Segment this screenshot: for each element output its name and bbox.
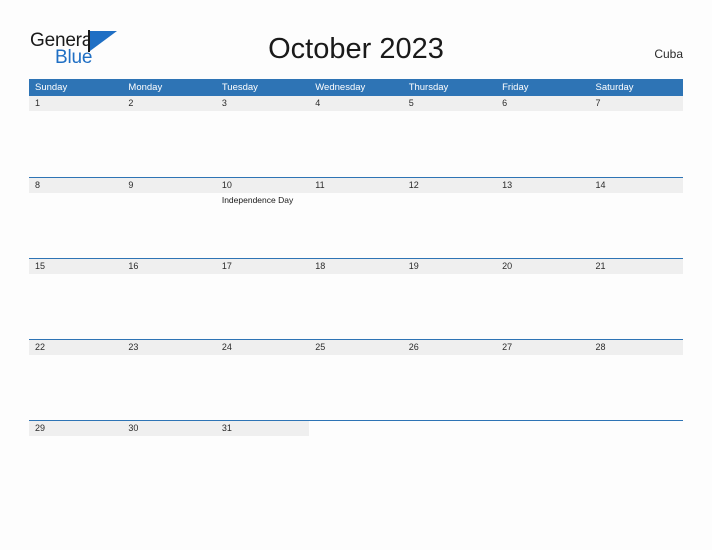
- region-label: Cuba: [654, 47, 683, 61]
- day-number[interactable]: 31: [216, 421, 309, 436]
- day-cell[interactable]: [496, 274, 589, 338]
- week-date-strip: 1 2 3 4 5 6 7: [29, 96, 683, 111]
- day-cell-empty: [496, 436, 589, 500]
- day-cell[interactable]: [309, 355, 402, 419]
- week-event-strip: [29, 274, 683, 338]
- day-cell[interactable]: [29, 193, 122, 257]
- calendar-week-row: 1 2 3 4 5 6 7: [29, 96, 683, 177]
- day-cell[interactable]: [216, 436, 309, 500]
- weekday-header-saturday: Saturday: [595, 82, 634, 93]
- day-number[interactable]: 18: [309, 259, 402, 274]
- week-date-strip: 29 30 31: [29, 421, 683, 436]
- day-number[interactable]: 19: [403, 259, 496, 274]
- day-number-empty: [496, 421, 590, 436]
- day-cell[interactable]: [590, 355, 683, 419]
- week-date-strip: 22 23 24 25 26 27 28: [29, 340, 683, 355]
- day-number[interactable]: 3: [216, 96, 309, 111]
- day-cell[interactable]: [590, 193, 683, 257]
- day-cell[interactable]: [403, 274, 496, 338]
- day-cell[interactable]: [216, 274, 309, 338]
- day-number[interactable]: 4: [309, 96, 402, 111]
- day-cell[interactable]: [590, 274, 683, 338]
- day-number[interactable]: 12: [403, 178, 496, 193]
- day-number[interactable]: 11: [309, 178, 402, 193]
- day-number[interactable]: 1: [29, 96, 122, 111]
- weekday-header-monday: Monday: [128, 82, 163, 93]
- calendar-week-row: 15 16 17 18 19 20 21: [29, 258, 683, 339]
- day-cell[interactable]: [496, 111, 589, 175]
- day-number-empty: [402, 421, 497, 436]
- week-date-strip: 15 16 17 18 19 20 21: [29, 259, 683, 274]
- day-number-empty: [309, 421, 403, 436]
- day-number[interactable]: 26: [403, 340, 496, 355]
- day-number[interactable]: 24: [216, 340, 309, 355]
- day-cell[interactable]: [496, 355, 589, 419]
- day-number[interactable]: 16: [122, 259, 215, 274]
- week-event-strip: Independence Day: [29, 193, 683, 257]
- week-date-strip: 8 9 10 11 12 13 14: [29, 178, 683, 193]
- day-number[interactable]: 10: [216, 178, 309, 193]
- day-number[interactable]: 25: [309, 340, 402, 355]
- day-number-empty: [589, 421, 683, 436]
- day-cell[interactable]: [122, 193, 215, 257]
- page-title: October 2023: [268, 33, 444, 65]
- weekday-header-tuesday: Tuesday: [221, 82, 258, 93]
- day-number[interactable]: 13: [496, 178, 589, 193]
- day-cell-empty: [403, 436, 496, 500]
- day-number[interactable]: 30: [122, 421, 215, 436]
- day-cell[interactable]: [29, 355, 122, 419]
- day-number[interactable]: 23: [122, 340, 215, 355]
- day-cell[interactable]: [122, 355, 215, 419]
- day-cell[interactable]: [309, 193, 402, 257]
- day-number[interactable]: 28: [590, 340, 683, 355]
- day-cell[interactable]: [29, 436, 122, 500]
- day-number[interactable]: 21: [590, 259, 683, 274]
- day-cell[interactable]: [122, 436, 215, 500]
- day-number[interactable]: 2: [122, 96, 215, 111]
- day-number[interactable]: 29: [29, 421, 122, 436]
- day-cell[interactable]: [496, 193, 589, 257]
- day-cell-empty: [590, 436, 683, 500]
- day-number[interactable]: 20: [496, 259, 589, 274]
- week-event-strip: [29, 111, 683, 175]
- page-header: General Blue October 2023 Cuba: [0, 0, 712, 78]
- week-event-strip: [29, 436, 683, 500]
- day-number[interactable]: 14: [590, 178, 683, 193]
- day-cell[interactable]: [122, 111, 215, 175]
- weekday-header-wednesday: Wednesday: [315, 82, 366, 93]
- day-cell-holiday[interactable]: Independence Day: [216, 193, 309, 257]
- day-number[interactable]: 22: [29, 340, 122, 355]
- day-cell[interactable]: [216, 111, 309, 175]
- day-number[interactable]: 17: [216, 259, 309, 274]
- day-cell[interactable]: [309, 274, 402, 338]
- day-number[interactable]: 9: [122, 178, 215, 193]
- day-cell[interactable]: [29, 111, 122, 175]
- weekday-header-friday: Friday: [502, 82, 529, 93]
- day-cell-empty: [309, 436, 402, 500]
- day-number[interactable]: 6: [496, 96, 589, 111]
- day-cell[interactable]: [403, 355, 496, 419]
- calendar-grid: Sunday Monday Tuesday Wednesday Thursday…: [29, 79, 683, 501]
- day-cell[interactable]: [403, 193, 496, 257]
- day-number[interactable]: 7: [590, 96, 683, 111]
- day-cell[interactable]: [403, 111, 496, 175]
- day-cell[interactable]: [216, 355, 309, 419]
- weekday-header-sunday: Sunday: [35, 82, 68, 93]
- day-cell[interactable]: [309, 111, 402, 175]
- day-number[interactable]: 8: [29, 178, 122, 193]
- day-number[interactable]: 15: [29, 259, 122, 274]
- day-cell[interactable]: [590, 111, 683, 175]
- day-cell[interactable]: [29, 274, 122, 338]
- weekday-header-row: Sunday Monday Tuesday Wednesday Thursday…: [29, 79, 683, 96]
- event-label: Independence Day: [221, 195, 294, 205]
- calendar-week-row: 22 23 24 25 26 27 28: [29, 339, 683, 420]
- calendar-week-row: 29 30 31: [29, 420, 683, 501]
- weekday-header-thursday: Thursday: [408, 82, 449, 93]
- day-number[interactable]: 5: [403, 96, 496, 111]
- calendar-week-row: 8 9 10 11 12 13 14 Independence Day: [29, 177, 683, 258]
- day-cell[interactable]: [122, 274, 215, 338]
- week-event-strip: [29, 355, 683, 419]
- day-number[interactable]: 27: [496, 340, 589, 355]
